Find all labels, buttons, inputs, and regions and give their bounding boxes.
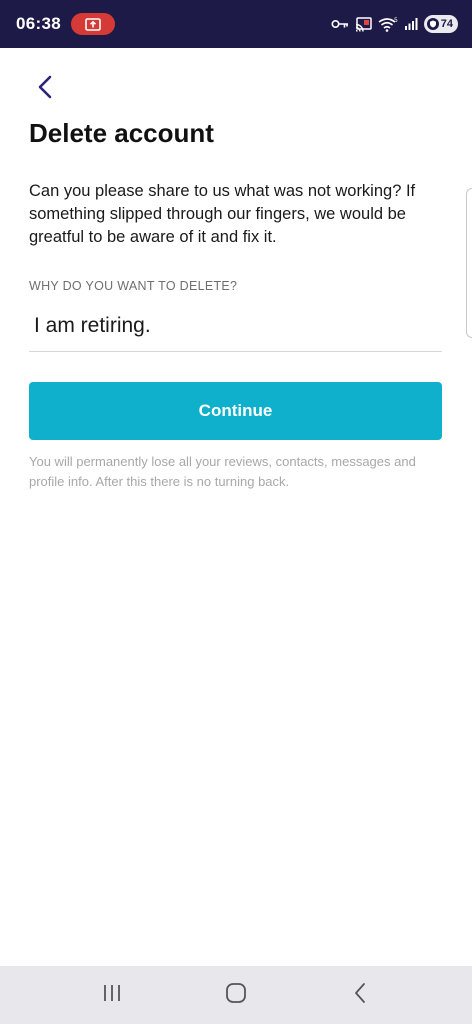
nav-back-button[interactable]: [340, 975, 380, 1015]
vpn-key-icon: [331, 18, 349, 30]
back-icon: [353, 982, 367, 1009]
continue-button[interactable]: Continue: [29, 382, 442, 440]
status-time: 06:38: [16, 14, 61, 33]
status-left: 06:38: [16, 13, 115, 35]
battery-level: 74: [440, 18, 453, 30]
screen-record-icon: [70, 13, 115, 35]
recents-icon: [102, 984, 122, 1007]
page-title: Delete account: [29, 118, 214, 148]
system-nav-bar: [0, 966, 472, 1024]
chevron-left-icon: [36, 74, 54, 105]
battery-shield-icon: [426, 18, 439, 30]
status-right: 5 74: [331, 15, 458, 33]
status-bar: 06:38 5 74: [0, 0, 472, 48]
battery-indicator: 74: [423, 15, 458, 33]
home-button[interactable]: [216, 975, 256, 1015]
svg-text:5: 5: [394, 17, 398, 24]
edge-panel-handle[interactable]: [466, 188, 472, 338]
back-button[interactable]: [28, 72, 62, 106]
wifi-icon: 5: [378, 17, 398, 32]
description-text: Can you please share to us what was not …: [29, 182, 416, 246]
signal-icon: [404, 17, 418, 31]
warning-text: You will permanently lose all your revie…: [29, 454, 416, 489]
reason-field-label: WHY DO YOU WANT TO DELETE?: [29, 279, 238, 293]
home-icon: [225, 982, 247, 1009]
reason-input[interactable]: [29, 300, 442, 352]
recents-button[interactable]: [92, 975, 132, 1015]
cast-icon: [355, 16, 372, 32]
